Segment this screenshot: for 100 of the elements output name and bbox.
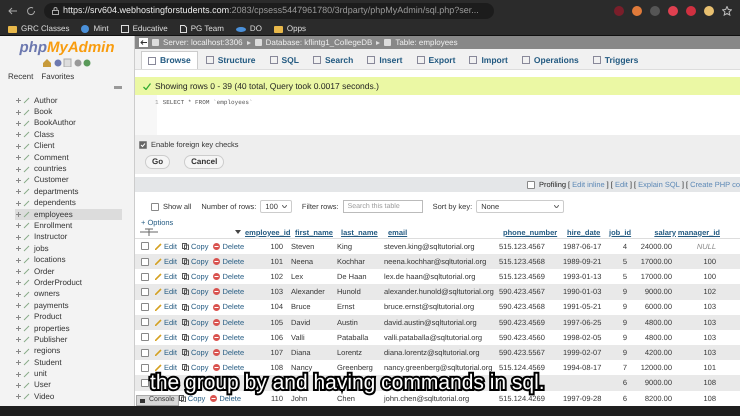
app-icon: [120, 24, 129, 32]
tab[interactable]: Structure: [200, 51, 262, 69]
expand-table-icon: [15, 279, 30, 286]
pencil-icon: [155, 242, 162, 250]
table-list-item[interactable]: Author: [15, 95, 122, 106]
expand-table-icon: [15, 370, 30, 378]
table-list-item[interactable]: departments: [15, 186, 122, 198]
tab[interactable]: Browse: [141, 51, 198, 69]
table-list-item[interactable]: locations: [15, 254, 122, 266]
checkbox[interactable]: [141, 318, 149, 326]
checkbox[interactable]: [141, 348, 149, 357]
table-list-item[interactable]: Student: [15, 356, 122, 368]
bookmark-link[interactable]: Opps: [286, 22, 306, 34]
table-list-item[interactable]: Class: [15, 129, 122, 141]
collapse-icon[interactable]: [114, 86, 122, 90]
tab[interactable]: Triggers: [586, 51, 644, 69]
check-icon: [143, 82, 151, 90]
tab-icon: [270, 56, 278, 64]
console-icon: [140, 398, 145, 402]
delete-icon: [213, 304, 220, 311]
sidebar-tab[interactable]: Recent: [8, 71, 34, 83]
message-text: Showing rows 0 - 39 (40 total, Query took 0.0017 seconds.): [155, 80, 379, 92]
table-list-item[interactable]: dependents: [15, 198, 122, 209]
table-list-item[interactable]: Client: [15, 140, 122, 152]
tab[interactable]: SQL: [264, 51, 305, 69]
expand-table-icon: [15, 314, 30, 321]
table-list-item[interactable]: payments: [15, 300, 122, 312]
checkbox[interactable]: [151, 202, 159, 211]
form-button[interactable]: Go: [145, 155, 170, 170]
copy-icon: [182, 288, 189, 296]
expand-table-icon: [15, 222, 30, 230]
expand-table-icon: [15, 200, 30, 207]
delete-icon: [213, 288, 220, 296]
navigation-icons-drawing[interactable]: [42, 58, 92, 67]
expand-table-icon: [15, 290, 30, 298]
checkbox[interactable]: [141, 258, 149, 266]
table-list-item[interactable]: Instructor: [15, 232, 122, 244]
table-list-item[interactable]: Product: [15, 311, 122, 323]
separator-icon: [376, 40, 380, 44]
address-bar[interactable]: https://srv604.webhostingforstudents.com:2083/cpsess5447961780/3rdparty/phpMyAdmin/sql.php?ser...: [44, 3, 494, 19]
table-list-item[interactable]: jobs: [15, 243, 122, 254]
bookmark-link[interactable]: PG Team: [190, 22, 224, 34]
page-icon: [180, 24, 187, 32]
reload-icon[interactable]: [26, 6, 36, 16]
folder-icon: [8, 24, 17, 32]
copy-icon: [182, 318, 189, 326]
checkbox[interactable]: [141, 288, 149, 296]
column-resize-icon[interactable]: [139, 228, 159, 236]
form-button[interactable]: Cancel: [184, 155, 224, 170]
check-icon: [140, 142, 146, 148]
table-list-item[interactable]: Publisher: [15, 334, 122, 346]
expand-table-icon: [15, 245, 30, 252]
expand-table-icon: [15, 382, 30, 389]
table-list-item[interactable]: regions: [15, 346, 122, 357]
table-list-item[interactable]: User: [15, 380, 122, 392]
sidebar-tab[interactable]: Favorites: [41, 71, 74, 83]
table-list-item[interactable]: Enrollment: [15, 220, 122, 232]
logo: phpMyAdmin: [20, 40, 114, 55]
tab[interactable]: Operations: [516, 51, 585, 69]
tab[interactable]: Import: [463, 51, 514, 69]
back-arrow-icon[interactable]: [139, 38, 148, 47]
checkbox[interactable]: [526, 180, 535, 189]
checkbox[interactable]: [141, 303, 149, 312]
sort-arrow-icon[interactable]: [235, 230, 241, 234]
bookmark-link[interactable]: Mint: [93, 22, 109, 34]
table-list-item[interactable]: Customer: [15, 174, 122, 186]
table-list-item[interactable]: properties: [15, 322, 122, 334]
checkbox[interactable]: [141, 364, 149, 372]
checkbox[interactable]: [141, 379, 149, 388]
delete-icon: [213, 318, 220, 326]
copy-icon: [182, 304, 189, 311]
table-list-item[interactable]: owners: [15, 288, 122, 300]
checkbox[interactable]: [139, 140, 147, 149]
expand-table-icon: [15, 359, 30, 366]
expand-table-icon: [15, 211, 30, 218]
delete-icon: [210, 394, 218, 402]
delete-icon: [213, 242, 220, 250]
bookmark-link[interactable]: Educative: [132, 22, 168, 34]
table-list-item[interactable]: employees: [15, 208, 122, 220]
table-list-item[interactable]: countries: [15, 163, 122, 175]
checkbox[interactable]: [141, 272, 149, 281]
table-list-item[interactable]: Book: [15, 106, 122, 118]
bookmark-link[interactable]: GRC Classes: [21, 22, 70, 34]
table-list-item[interactable]: Comment: [15, 152, 122, 164]
table-list-item[interactable]: OrderProduct: [15, 277, 122, 289]
back-icon[interactable]: [8, 6, 18, 16]
star-icon[interactable]: [722, 6, 732, 16]
tab[interactable]: Insert: [361, 51, 409, 69]
table-list-item[interactable]: Video: [15, 391, 122, 403]
copy-icon: [182, 349, 189, 356]
table-list-item[interactable]: BookAuthor: [15, 118, 122, 130]
tab[interactable]: Export: [410, 51, 462, 69]
checkbox[interactable]: [141, 242, 149, 250]
tab[interactable]: Search: [307, 51, 360, 69]
url-text: https://srv604.webhostingforstudents.com:2083/cpsess5447961780/3rdparty/phpMyAdmin/sql.php?ser...: [63, 4, 479, 18]
checkbox[interactable]: [141, 333, 149, 342]
table-list-item[interactable]: unit: [15, 368, 122, 380]
bookmark-link[interactable]: DO: [250, 22, 262, 34]
expand-table-icon: [15, 142, 30, 150]
table-list-item[interactable]: Order: [15, 266, 122, 278]
